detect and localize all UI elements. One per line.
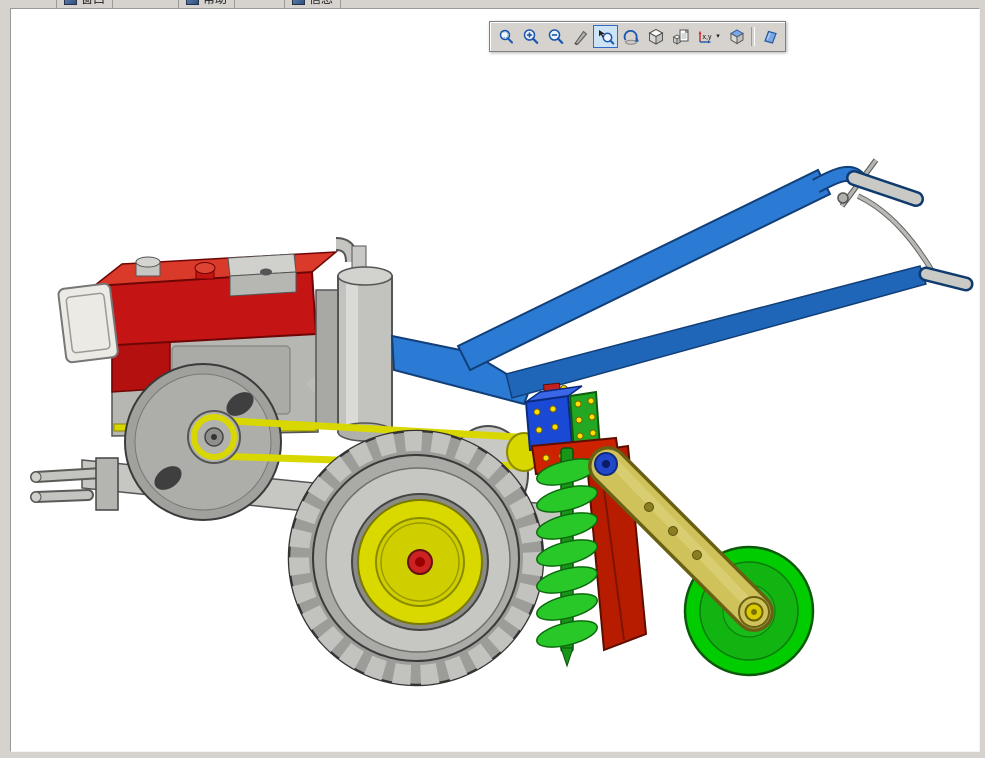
menu-item-window[interactable]: 窗口 xyxy=(56,0,114,8)
isometric-view-button[interactable] xyxy=(643,25,668,48)
menu-item-icon xyxy=(186,0,199,5)
menu-item-label: 帮助 xyxy=(203,0,227,7)
zoom-window-button[interactable] xyxy=(493,25,518,48)
view-toolbar: x,y ▾ xyxy=(489,21,786,52)
dropdown-caret-icon: ▾ xyxy=(716,33,720,40)
menu-item-label: 窗口 xyxy=(81,0,105,7)
menu-item-icon xyxy=(64,0,77,5)
shaded-display-button[interactable] xyxy=(757,25,782,48)
menu-strip: 窗口 帮助 信息 xyxy=(0,0,985,8)
pan-button[interactable] xyxy=(593,25,618,48)
zoom-out-icon xyxy=(548,28,563,44)
axes-display-button[interactable]: x,y ▾ xyxy=(693,25,724,48)
zoom-window-icon xyxy=(499,29,513,43)
view-orientation-button[interactable] xyxy=(724,25,749,48)
menu-item-label: 信息 xyxy=(309,0,333,7)
menu-item-icon xyxy=(292,0,305,5)
zoom-dynamic-button[interactable] xyxy=(568,25,593,48)
svg-text:x,y: x,y xyxy=(703,34,712,41)
section-view-button[interactable] xyxy=(668,25,693,48)
axes-display-icon: x,y xyxy=(698,30,712,43)
rotate-view-icon xyxy=(623,29,639,45)
view-orientation-icon xyxy=(729,28,744,44)
zoom-in-button[interactable] xyxy=(518,25,543,48)
zoom-out-button[interactable] xyxy=(543,25,568,48)
section-view-icon xyxy=(672,28,689,45)
rotate-view-button[interactable] xyxy=(618,25,643,48)
menu-item-info[interactable]: 信息 xyxy=(284,0,342,8)
menu-item-help[interactable]: 帮助 xyxy=(178,0,236,8)
3d-viewport[interactable] xyxy=(10,8,980,752)
zoom-dynamic-icon xyxy=(573,30,587,45)
pan-icon xyxy=(598,29,614,45)
isometric-view-icon xyxy=(647,28,664,45)
toolbar-separator xyxy=(751,27,755,46)
zoom-in-icon xyxy=(523,28,538,44)
cad-application-window: 窗口 帮助 信息 xyxy=(0,0,985,758)
shaded-display-icon xyxy=(763,30,777,44)
